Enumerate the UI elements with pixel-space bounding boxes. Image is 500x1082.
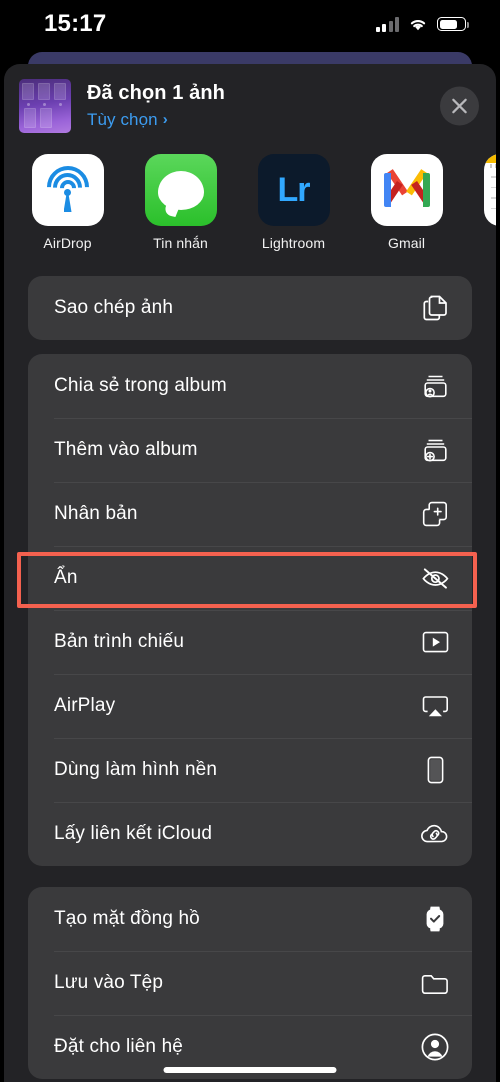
gmail-icon (370, 154, 443, 226)
action-row-hide[interactable]: Ẩn (28, 546, 472, 610)
action-row-share-in-album[interactable]: Chia sẻ trong album (28, 354, 472, 418)
share-app-gmail[interactable]: Gmail (362, 154, 451, 251)
selection-title: Đã chọn 1 ảnh (87, 81, 225, 104)
home-indicator[interactable] (163, 1067, 337, 1073)
share-app-label: Tin nhắn (153, 235, 208, 251)
action-row-slideshow[interactable]: Bản trình chiếu (28, 610, 472, 674)
airplay-icon (420, 691, 450, 721)
share-apps-row[interactable]: AirDrop Tin nhắn Lr Lightroom Gmail (4, 147, 496, 263)
status-bar-indicators (375, 16, 469, 32)
action-row-airplay[interactable]: AirPlay (28, 674, 472, 738)
action-label: Tạo mặt đồng hồ (54, 908, 200, 929)
lightroom-icon: Lr (257, 154, 330, 226)
copy-icon (420, 293, 450, 323)
other-actions-section: Tạo mặt đồng hồ Lưu vào Tệp Đặt cho liên… (28, 887, 472, 1079)
action-label: Lấy liên kết iCloud (54, 823, 213, 844)
options-button[interactable]: Tùy chọn › (87, 110, 225, 130)
action-row-save-to-files[interactable]: Lưu vào Tệp (28, 951, 472, 1015)
close-icon (452, 98, 467, 113)
icloud-link-icon (420, 819, 450, 849)
slideshow-play-icon (420, 627, 450, 657)
action-label: Đặt cho liên hệ (54, 1036, 183, 1057)
share-app-lightroom[interactable]: Lr Lightroom (249, 154, 338, 251)
wallpaper-phone-icon (420, 755, 450, 785)
selected-photo-thumbnail[interactable] (19, 78, 71, 133)
share-sheet-header: Đã chọn 1 ảnh Tùy chọn › (4, 64, 496, 147)
share-app-messages[interactable]: Tin nhắn (136, 154, 225, 251)
share-app-keep[interactable]: G (475, 154, 496, 251)
watch-face-icon (420, 904, 450, 934)
chevron-right-icon: › (162, 111, 168, 128)
google-keep-icon (483, 154, 496, 226)
action-label: Bản trình chiếu (54, 631, 185, 652)
share-app-label: AirDrop (43, 235, 92, 251)
action-row-use-as-wallpaper[interactable]: Dùng làm hình nền (28, 738, 472, 802)
share-app-label: Gmail (387, 235, 426, 251)
duplicate-icon (420, 499, 450, 529)
share-sheet: Đã chọn 1 ảnh Tùy chọn › AirDrop Tin nhắ… (4, 64, 496, 1082)
copy-section: Sao chép ảnh (28, 276, 472, 340)
action-label: Lưu vào Tệp (54, 972, 164, 993)
action-label: Ẩn (54, 567, 78, 588)
options-label: Tùy chọn (87, 109, 158, 129)
share-sheet-header-text: Đã chọn 1 ảnh Tùy chọn › (87, 82, 225, 130)
battery-icon (437, 17, 469, 31)
share-app-label: Lightroom (261, 235, 326, 251)
action-label: Chia sẻ trong album (54, 375, 227, 396)
share-app-airdrop[interactable]: AirDrop (23, 154, 112, 251)
airdrop-icon (31, 154, 104, 226)
action-row-create-watch-face[interactable]: Tạo mặt đồng hồ (28, 887, 472, 951)
messages-icon (144, 154, 217, 226)
action-label: Sao chép ảnh (54, 297, 174, 318)
status-bar: 15:17 (0, 0, 500, 48)
action-row-copy-photo[interactable]: Sao chép ảnh (28, 276, 472, 340)
eye-slash-icon (420, 563, 450, 593)
wifi-icon (410, 19, 426, 30)
action-row-icloud-link[interactable]: Lấy liên kết iCloud (28, 802, 472, 866)
iphone-screen: 15:17 Đã chọn 1 ảnh Tùy chọn › AirDrop T… (0, 0, 500, 1082)
action-label: AirPlay (54, 695, 116, 716)
album-actions-section: Chia sẻ trong album Thêm vào album Nhân … (28, 354, 472, 866)
status-bar-clock: 15:17 (44, 10, 107, 37)
action-row-duplicate[interactable]: Nhân bản (28, 482, 472, 546)
lightroom-glyph: Lr (277, 170, 311, 209)
close-button[interactable] (440, 86, 479, 125)
action-label: Nhân bản (54, 503, 138, 524)
folder-icon (420, 968, 450, 998)
add-to-album-icon (420, 435, 450, 465)
contact-person-icon (420, 1032, 450, 1062)
action-row-add-to-album[interactable]: Thêm vào album (28, 418, 472, 482)
cellular-signal-icon (375, 16, 399, 32)
action-label: Dùng làm hình nền (54, 759, 218, 780)
action-label: Thêm vào album (54, 439, 198, 460)
shared-album-icon (420, 371, 450, 401)
